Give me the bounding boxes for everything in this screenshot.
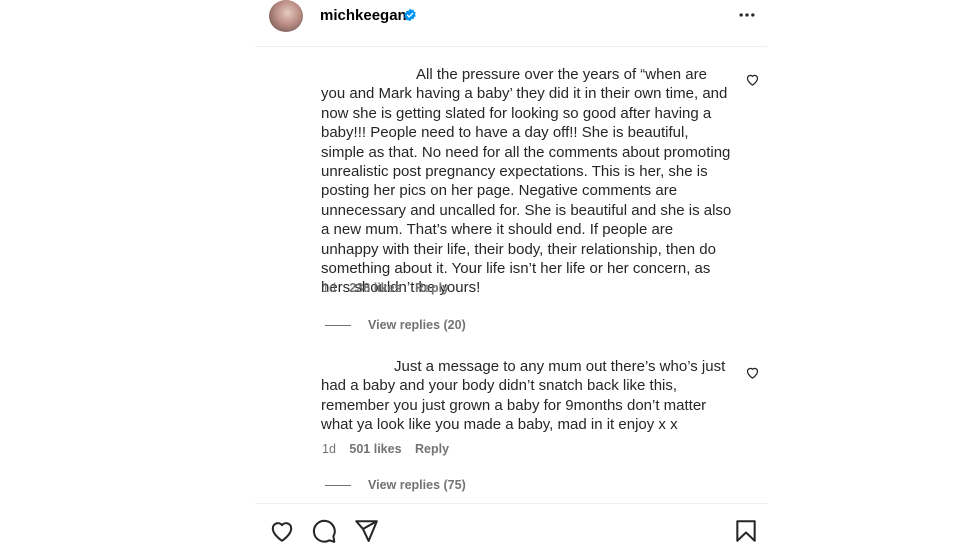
heart-icon[interactable] (269, 518, 295, 544)
comment-text: Just a message to any mum out there’s wh… (321, 358, 726, 434)
comment-time: 1d (322, 442, 336, 456)
reply-button[interactable]: Reply (415, 281, 449, 295)
view-replies-button[interactable]: View replies (75) (325, 478, 466, 492)
comment-like-heart-icon[interactable] (745, 365, 760, 380)
view-replies-label: View replies (75) (368, 478, 466, 492)
verified-badge-icon (404, 8, 416, 22)
view-replies-button[interactable]: View replies (20) (325, 318, 466, 332)
send-icon[interactable] (353, 518, 379, 544)
comment-text: All the pressure over the years of “when… (321, 66, 732, 297)
view-replies-label: View replies (20) (368, 318, 466, 332)
comment-meta: 1d 501 likes Reply (322, 442, 459, 456)
post-action-bar (255, 503, 767, 552)
comment-like-heart-icon[interactable] (745, 72, 760, 87)
reply-button[interactable]: Reply (415, 442, 449, 456)
username[interactable]: michkeegan (320, 7, 407, 24)
comment-likes[interactable]: 238 likes (349, 281, 401, 295)
comment-time: 1d (322, 281, 336, 295)
comment-meta: 1d 238 likes Reply (322, 281, 459, 295)
bookmark-icon[interactable] (733, 518, 759, 544)
comment-icon[interactable] (311, 518, 337, 544)
replies-divider (325, 485, 351, 487)
post-panel: michkeegan All the pressure over the yea… (255, 0, 767, 551)
comment-likes[interactable]: 501 likes (349, 442, 401, 456)
post-header: michkeegan (255, 0, 767, 47)
replies-divider (325, 325, 351, 327)
avatar[interactable] (269, 0, 303, 32)
more-options-icon[interactable] (737, 5, 757, 25)
